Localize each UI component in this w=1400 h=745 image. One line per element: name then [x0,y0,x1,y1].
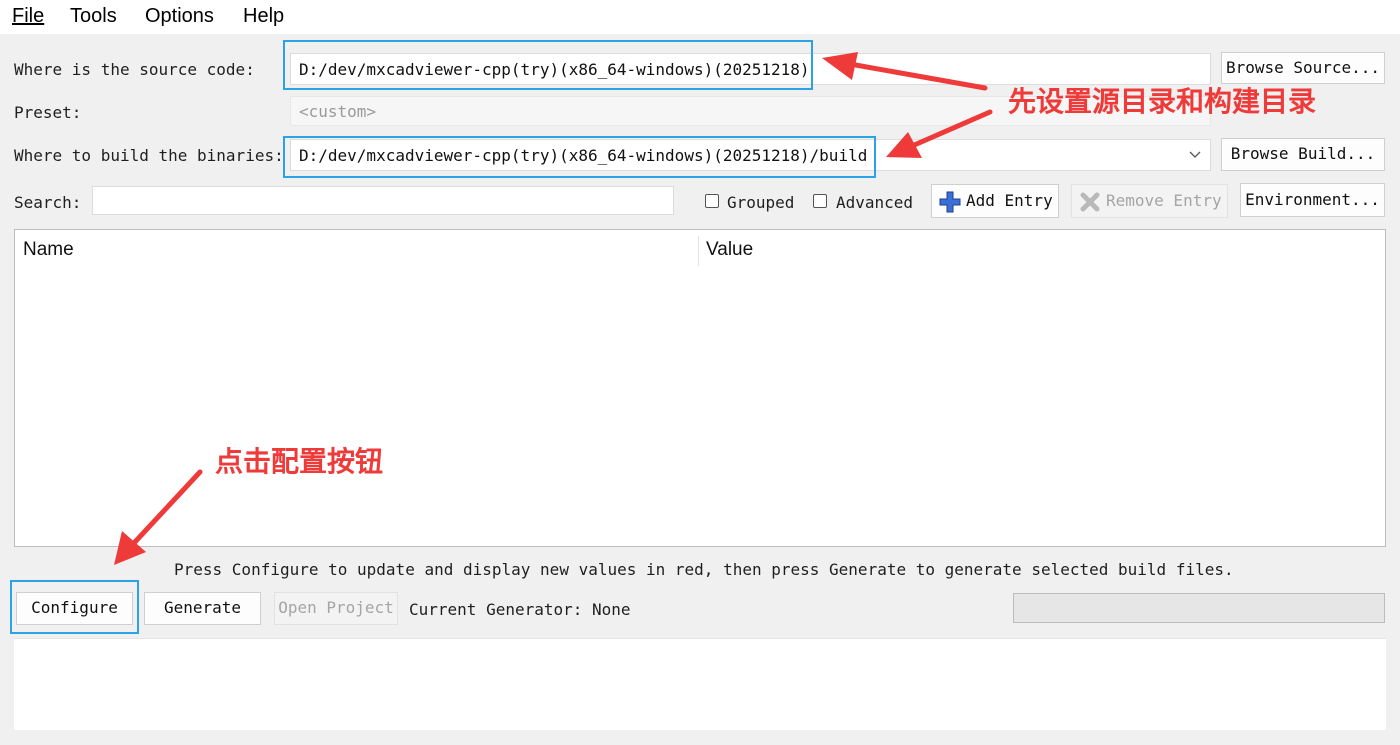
annotation-click-configure: 点击配置按钮 [215,445,384,478]
arrow-to-configure [114,469,203,565]
annotation-set-dirs: 先设置源目录和构建目录 [1008,85,1317,118]
arrow-to-source [822,52,988,91]
arrow-to-build [886,109,993,158]
